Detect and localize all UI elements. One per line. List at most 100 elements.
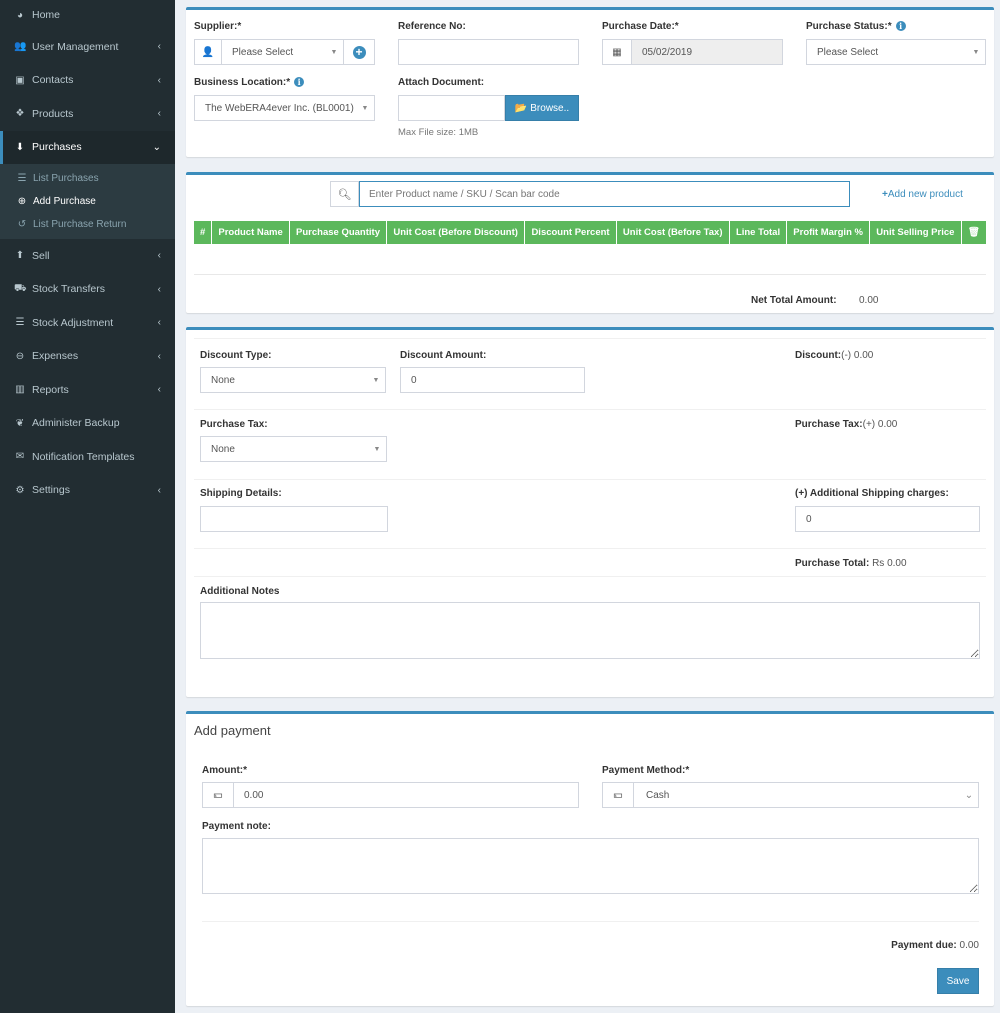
discount-type-value: None xyxy=(211,374,235,386)
payment-title: Add payment xyxy=(194,723,271,738)
info-icon[interactable]: i xyxy=(294,77,305,87)
divider xyxy=(202,921,979,922)
supplier-label: Supplier:* xyxy=(194,21,242,32)
divider xyxy=(194,548,986,549)
max-file-size-text: Max File size: 1MB xyxy=(398,127,479,138)
sidebar-item-notification-templates[interactable]: ✉ Notification Templates xyxy=(0,440,175,474)
sidebar-item-label: Stock Adjustment xyxy=(32,316,114,329)
payment-method-label: Payment Method:* xyxy=(602,765,690,776)
arrow-circle-down-icon: ⬇ xyxy=(15,141,25,153)
product-search-input[interactable] xyxy=(359,181,850,207)
purchase-status-label-text: Purchase Status:* xyxy=(806,21,892,32)
business-location-value: The WebERA4ever Inc. (BL0001) xyxy=(205,102,354,114)
sidebar-item-label: User Management xyxy=(32,40,119,53)
caret-down-icon: ▼ xyxy=(373,445,381,453)
divider xyxy=(194,409,986,410)
sidebar-item-stock-adjustment[interactable]: ☰ Stock Adjustment ‹ xyxy=(0,306,175,340)
arrow-circle-up-icon: ⬆ xyxy=(15,250,25,262)
purchase-date-value: 05/02/2019 xyxy=(642,46,693,58)
amount-input[interactable]: 💵︎ 0.00 xyxy=(202,782,579,808)
money-icon: 💵︎ xyxy=(603,783,634,807)
sidebar-item-settings[interactable]: ⚙ Settings ‹ xyxy=(0,474,175,508)
sidebar-item-expenses[interactable]: ⊖ Expenses ‹ xyxy=(0,340,175,374)
browse-button[interactable]: 📂 Browse.. xyxy=(505,95,579,121)
chevron-down-icon: ⌄ xyxy=(152,141,161,153)
totals-box: Discount Type: None ▼ Discount Amount: 0… xyxy=(186,327,994,697)
sidebar-item-products[interactable]: ❖ Products ‹ xyxy=(0,97,175,131)
search-icon: 🔍︎ xyxy=(330,181,359,207)
sidebar-item-label: Notification Templates xyxy=(32,450,135,463)
cubes-icon: ❖ xyxy=(15,108,25,120)
add-supplier-button[interactable]: + xyxy=(343,40,374,64)
chevron-left-icon: ‹ xyxy=(157,108,161,120)
business-location-select[interactable]: The WebERA4ever Inc. (BL0001) ▼ xyxy=(194,95,375,121)
chevron-down-icon: ⌄ xyxy=(964,789,974,801)
chevron-left-icon: ‹ xyxy=(157,250,161,262)
chevron-left-icon: ‹ xyxy=(157,350,161,362)
sidebar-subitem-list-purchase-return[interactable]: ↺ List Purchase Return xyxy=(0,213,175,236)
save-button[interactable]: Save xyxy=(937,968,979,994)
divider xyxy=(194,274,986,275)
cog-icon: ⚙ xyxy=(15,484,25,496)
envelope-icon: ✉ xyxy=(15,451,25,463)
bar-chart-icon: ▥ xyxy=(15,384,25,396)
trash-icon: 🗑︎ xyxy=(961,221,986,244)
caret-down-icon: ▼ xyxy=(972,48,980,56)
sidebar-item-administer-backup[interactable]: ❦ Administer Backup xyxy=(0,407,175,441)
discount-amount-input[interactable]: 0 xyxy=(400,367,585,393)
business-location-label: Business Location:* i xyxy=(194,77,305,88)
info-icon[interactable]: i xyxy=(895,21,906,31)
address-book-icon: ▣ xyxy=(15,74,25,86)
purchase-status-select[interactable]: Please Select ▼ xyxy=(806,39,986,65)
divider xyxy=(194,338,986,339)
browse-label: Browse.. xyxy=(530,102,570,114)
sidebar-item-label: Products xyxy=(32,107,74,120)
purchase-tax-select[interactable]: None ▼ xyxy=(200,436,387,462)
purchases-submenu: ☰ List Purchases ⊕ Add Purchase ↺ List P… xyxy=(0,164,175,239)
products-box: 🔍︎ +Add new product # Product Name Purch… xyxy=(186,172,994,313)
sidebar-subitem-list-purchases[interactable]: ☰ List Purchases xyxy=(0,167,175,190)
product-search[interactable]: 🔍︎ xyxy=(330,181,850,207)
column-header: Discount Percent xyxy=(524,221,617,244)
divider xyxy=(194,576,986,577)
sidebar-item-reports[interactable]: ▥ Reports ‹ xyxy=(0,373,175,407)
sidebar-subitem-label: Add Purchase xyxy=(33,196,96,207)
sidebar-item-home[interactable]: ◕ Home xyxy=(0,0,175,30)
add-new-product-label: Add new product xyxy=(887,189,963,200)
purchase-tax-summary: Purchase Tax:(+) 0.00 xyxy=(795,419,898,430)
save-label: Save xyxy=(946,975,970,987)
discount-type-select[interactable]: None ▼ xyxy=(200,367,386,393)
additional-shipping-input[interactable]: 0 xyxy=(795,506,980,532)
payment-note-textarea[interactable] xyxy=(202,838,979,894)
shipping-details-input[interactable] xyxy=(200,506,388,532)
chevron-left-icon: ‹ xyxy=(157,484,161,496)
discount-type-label: Discount Type: xyxy=(200,350,272,361)
sidebar-item-purchases[interactable]: ⬇ Purchases ⌄ xyxy=(0,130,175,164)
payment-method-select[interactable]: 💵︎ Cash ⌄ xyxy=(602,782,979,808)
chevron-left-icon: ‹ xyxy=(157,41,161,53)
add-new-product-link[interactable]: +Add new product xyxy=(882,189,963,200)
database-icon: ☰ xyxy=(15,317,25,329)
purchase-date-input[interactable]: ▦ 05/02/2019 xyxy=(602,39,783,65)
purchase-details-box: Supplier:* 👤 Please Select ▼ + Reference… xyxy=(186,7,994,157)
additional-shipping-value: 0 xyxy=(806,513,812,525)
sidebar-item-stock-transfers[interactable]: ⛟ Stock Transfers ‹ xyxy=(0,273,175,307)
additional-notes-textarea[interactable] xyxy=(200,602,980,659)
plus-circle-icon: ⊕ xyxy=(17,196,27,207)
chevron-left-icon: ‹ xyxy=(157,317,161,329)
additional-shipping-label: (+) Additional Shipping charges: xyxy=(795,488,949,499)
money-icon: 💵︎ xyxy=(203,783,234,807)
column-header: Unit Cost (Before Discount) xyxy=(386,221,526,244)
sidebar-item-contacts[interactable]: ▣ Contacts ‹ xyxy=(0,64,175,98)
sidebar-item-label: Expenses xyxy=(32,350,79,363)
calendar-icon: ▦ xyxy=(603,40,632,64)
sidebar-item-user-management[interactable]: 👥 User Management ‹ xyxy=(0,30,175,64)
attach-document-input[interactable] xyxy=(398,95,505,121)
dropbox-icon: ❦ xyxy=(15,417,25,429)
sidebar-item-sell[interactable]: ⬆ Sell ‹ xyxy=(0,239,175,273)
discount-amount-label: Discount Amount: xyxy=(400,350,487,361)
supplier-select[interactable]: 👤 Please Select ▼ + xyxy=(194,39,375,65)
column-header: Unit Cost (Before Tax) xyxy=(616,221,730,244)
sidebar-subitem-add-purchase[interactable]: ⊕ Add Purchase xyxy=(0,190,175,213)
reference-no-input[interactable] xyxy=(398,39,579,65)
